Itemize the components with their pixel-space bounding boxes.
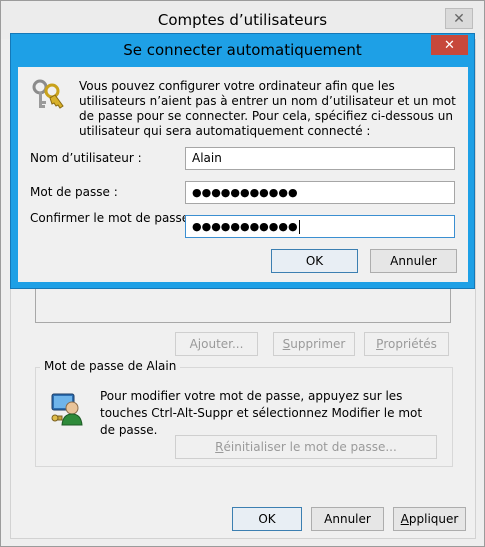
remove-button[interactable]: Supprimer	[273, 332, 355, 356]
dialog-close-button[interactable]: ✕	[431, 35, 468, 55]
properties-button-label: ropriétés	[383, 337, 437, 351]
keys-icon	[32, 79, 66, 113]
reset-button-label: éinitialiser le mot de passe...	[223, 440, 397, 454]
password-group: Mot de passe de Alain Pour modifier votr…	[35, 359, 453, 467]
dialog-cancel-label: Annuler	[390, 254, 437, 268]
apply-button-accel: A	[400, 512, 409, 526]
dialog-ok-button[interactable]: OK	[271, 249, 358, 273]
close-icon: ✕	[453, 10, 465, 27]
outer-close-button[interactable]: ✕	[445, 8, 473, 29]
close-icon: ✕	[444, 37, 455, 53]
confirm-password-field[interactable]: ●●●●●●●●●●●	[185, 215, 455, 238]
password-field[interactable]: ●●●●●●●●●●●	[185, 181, 455, 204]
add-button-label-a: A	[189, 337, 198, 351]
dialog-client: Vous pouvez configurer votre ordinateur …	[18, 67, 468, 282]
outer-ok-label: OK	[258, 512, 276, 526]
confirm-password-value: ●●●●●●●●●●●	[192, 220, 298, 233]
reset-button-accel: R	[215, 440, 224, 454]
username-label: Nom d’utilisateur :	[30, 151, 142, 165]
outer-ok-button[interactable]: OK	[232, 507, 302, 531]
dialog-ok-label: OK	[305, 254, 324, 268]
dialog-cancel-button[interactable]: Annuler	[370, 249, 457, 273]
password-label: Mot de passe :	[30, 185, 118, 199]
confirm-password-label: Confirmer le mot de passe :	[30, 211, 198, 225]
user-key-icon	[50, 392, 86, 426]
dialog-info-text: Vous pouvez configurer votre ordinateur …	[79, 79, 456, 138]
remove-button-label: upprimer	[290, 337, 346, 351]
add-button-label-b: outer...	[201, 337, 244, 351]
reset-password-button[interactable]: Réinitialiser le mot de passe...	[175, 435, 437, 459]
password-group-legend: Mot de passe de Alain	[40, 359, 181, 373]
outer-cancel-button[interactable]: Annuler	[311, 507, 384, 531]
username-value: Alain	[192, 151, 222, 165]
password-change-info: Pour modifier votre mot de passe, appuye…	[100, 389, 423, 437]
auto-logon-dialog: Se connecter automatiquement ✕ Vous pouv…	[10, 33, 475, 289]
username-field[interactable]: Alain	[185, 147, 455, 170]
text-caret	[298, 219, 300, 234]
outer-cancel-label: Annuler	[324, 512, 371, 526]
remove-button-accel: S	[282, 337, 291, 351]
dialog-title: Se connecter automatiquement	[123, 41, 362, 59]
add-button[interactable]: Aj outer...	[175, 332, 258, 356]
apply-button[interactable]: Appliquer	[393, 507, 466, 531]
users-list-box[interactable]	[35, 287, 451, 323]
password-value: ●●●●●●●●●●●	[192, 186, 298, 199]
properties-button[interactable]: Propriétés	[364, 332, 449, 356]
properties-button-accel: P	[376, 337, 384, 351]
apply-button-label: ppliquer	[408, 512, 459, 526]
